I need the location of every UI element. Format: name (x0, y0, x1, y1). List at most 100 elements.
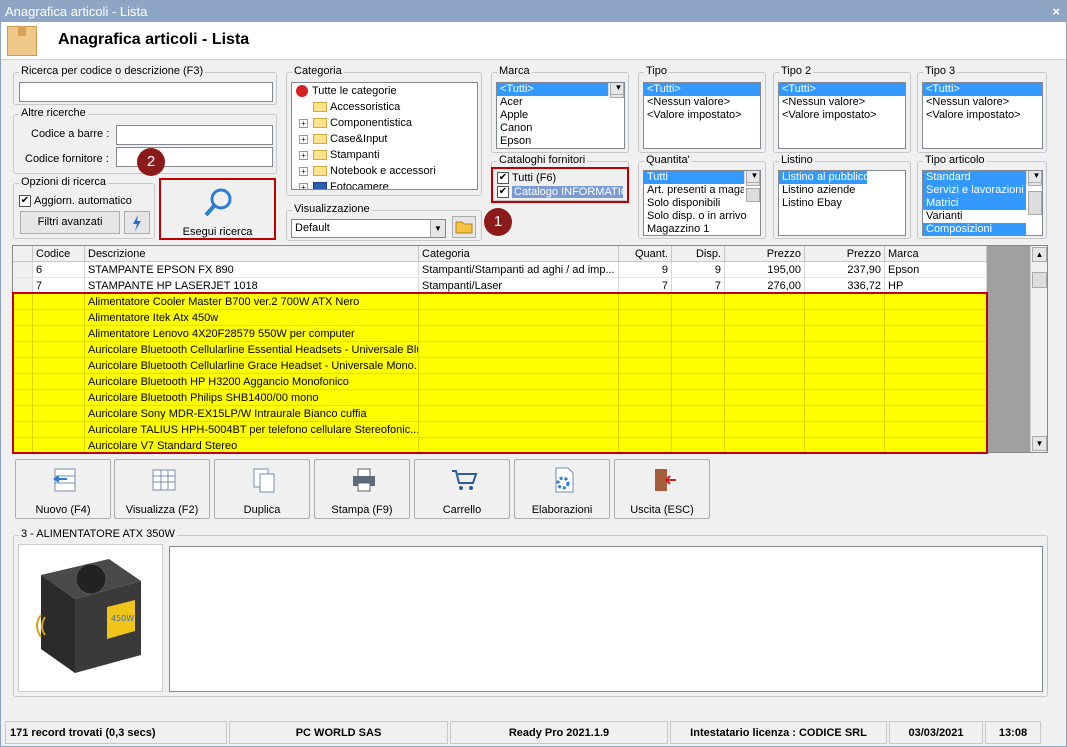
column-header[interactable]: Descrizione (85, 246, 419, 262)
camera-icon (313, 182, 327, 189)
expand-icon[interactable]: + (299, 135, 308, 144)
new-button[interactable]: Nuovo (F4) (15, 459, 111, 519)
list-item[interactable]: Servizi e lavorazioni (923, 184, 1026, 197)
list-item[interactable]: <Tutti> (497, 83, 608, 96)
pricelist-list[interactable]: Listino al pubblico Listino aziende List… (778, 170, 906, 236)
list-item[interactable]: Art. presenti a magazzino (644, 184, 744, 197)
list-item[interactable]: <Valore impostato> (779, 109, 905, 122)
chevron-down-icon[interactable]: ▼ (430, 220, 445, 237)
list-item[interactable]: Standard (923, 171, 1026, 184)
lightning-button[interactable] (124, 211, 150, 234)
list-item[interactable]: <Tutti> (779, 83, 905, 96)
category-item[interactable]: Accessoristica (292, 99, 477, 115)
tipo2-group: Tipo 2 <Tutti> <Nessun valore> <Valore i… (773, 65, 911, 153)
list-item[interactable]: Listino al pubblico (779, 171, 869, 184)
search-input[interactable] (19, 82, 273, 102)
column-header[interactable]: Marca (885, 246, 987, 262)
scroll-up-icon[interactable]: ▲ (1032, 247, 1047, 262)
notes-area[interactable] (169, 546, 1043, 692)
quantity-scrollbar[interactable]: ▲▼ (744, 171, 760, 202)
print-button[interactable]: Stampa (F9) (314, 459, 410, 519)
category-item[interactable]: + Fotocamere (292, 179, 477, 189)
advanced-filters-button[interactable]: Filtri avanzati (20, 211, 120, 234)
category-root[interactable]: Tutte le categorie (292, 83, 477, 99)
auto-update-checkbox[interactable]: ✔ Aggiorn. automatico (19, 194, 132, 209)
search-options-legend: Opzioni di ricerca (19, 176, 108, 188)
scroll-thumb[interactable] (1032, 272, 1047, 288)
category-item[interactable]: + Componentistica (292, 115, 477, 131)
scroll-down-icon[interactable]: ▼ (1028, 171, 1042, 183)
column-header[interactable]: Codice (33, 246, 85, 262)
scroll-thumb[interactable] (746, 188, 760, 202)
list-item[interactable]: Varianti (923, 210, 1042, 223)
catalog-all-checkbox[interactable]: ✔ Tutti (F6) (497, 171, 556, 186)
barcode-field[interactable] (116, 125, 273, 145)
duplicate-button[interactable]: Duplica (214, 459, 310, 519)
close-icon[interactable]: × (1052, 1, 1060, 22)
list-item[interactable]: Listino Ebay (779, 197, 905, 210)
list-item[interactable]: Magazzino 1 (644, 223, 760, 235)
cart-button[interactable]: Carrello (414, 459, 510, 519)
list-item[interactable]: Composizioni (923, 223, 1026, 235)
expand-icon[interactable]: + (299, 151, 308, 160)
table-header-row: Codice Descrizione Categoria Quant. Disp… (13, 246, 987, 262)
grid-scrollbar[interactable]: ▲ ▼ (1030, 246, 1047, 452)
list-item[interactable]: Epson (497, 135, 624, 148)
scroll-thumb[interactable] (1028, 191, 1042, 215)
column-header[interactable]: Disp. (672, 246, 725, 262)
search-icon (204, 188, 232, 217)
list-item[interactable]: Tutti (644, 171, 744, 184)
catalog-informatica-checkbox[interactable]: ✔Catalogo INFORMATICA (497, 185, 623, 200)
column-header[interactable]: Categoria (419, 246, 619, 262)
scroll-down-icon[interactable]: ▼ (610, 83, 624, 95)
table-row[interactable]: 6 STAMPANTE EPSON FX 890 Stampanti/Stamp… (13, 262, 987, 278)
list-item[interactable]: Acer (497, 96, 624, 109)
list-item[interactable]: <Nessun valore> (644, 96, 760, 109)
list-item[interactable]: Canon (497, 122, 624, 135)
category-item[interactable]: + Case&Input (292, 131, 477, 147)
scroll-down-icon[interactable]: ▼ (746, 171, 760, 183)
category-item[interactable]: + Notebook e accessori (292, 163, 477, 179)
pricelist-group: Listino Listino al pubblico Listino azie… (773, 154, 911, 239)
list-item[interactable]: Apple (497, 109, 624, 122)
list-item[interactable]: <Nessun valore> (779, 96, 905, 109)
status-license: Intestatario licenza : CODICE SRL (670, 721, 887, 744)
expand-icon[interactable]: + (299, 167, 308, 176)
category-item[interactable]: + Stampanti (292, 147, 477, 163)
column-header[interactable]: Prezzo (805, 246, 885, 262)
brand-list[interactable]: <Tutti> Acer Apple Canon Epson ▲▼ (496, 82, 625, 149)
list-item[interactable]: <Valore impostato> (644, 109, 760, 122)
list-item[interactable]: Listino aziende (779, 184, 905, 197)
expand-icon[interactable]: + (299, 119, 308, 128)
tipo2-legend: Tipo 2 (779, 65, 814, 77)
list-item[interactable]: <Tutti> (644, 83, 760, 96)
processing-button[interactable]: Elaborazioni (514, 459, 610, 519)
list-item[interactable]: Solo disponibili (644, 197, 760, 210)
expand-icon[interactable]: + (299, 183, 308, 189)
scroll-down-icon[interactable]: ▼ (1032, 436, 1047, 451)
view-button[interactable]: Visualizza (F2) (114, 459, 210, 519)
column-header[interactable]: Prezzo (725, 246, 805, 262)
quantity-list[interactable]: Tutti Art. presenti a magazzino Solo dis… (643, 170, 761, 236)
list-item[interactable]: <Valore impostato> (923, 109, 1042, 122)
category-tree[interactable]: Tutte le categorie Accessoristica + Compo… (291, 82, 478, 190)
article-type-list[interactable]: Standard Servizi e lavorazioni Matrici V… (922, 170, 1043, 236)
brand-scrollbar[interactable]: ▲▼ (608, 83, 624, 98)
exit-button[interactable]: Uscita (ESC) (614, 459, 710, 519)
execute-search-button[interactable]: Esegui ricerca (159, 178, 276, 240)
open-folder-button[interactable] (452, 216, 476, 238)
printer-icon (353, 468, 375, 492)
view-select[interactable]: Default ▼ (291, 219, 446, 238)
duplicate-icon (253, 468, 275, 493)
list-item[interactable]: Solo disp. o in arrivo (644, 210, 760, 223)
brand-group: Marca <Tutti> Acer Apple Canon Epson ▲▼ (491, 65, 629, 153)
list-item[interactable]: <Tutti> (923, 83, 1042, 96)
tipo3-list[interactable]: <Tutti> <Nessun valore> <Valore impostat… (922, 82, 1043, 149)
tipo2-list[interactable]: <Tutti> <Nessun valore> <Valore impostat… (778, 82, 906, 149)
tipo-list[interactable]: <Tutti> <Nessun valore> <Valore impostat… (643, 82, 761, 149)
list-item[interactable]: <Nessun valore> (923, 96, 1042, 109)
supplier-code-label: Codice fornitore : (25, 153, 109, 165)
article-type-scrollbar[interactable]: ▲▼ (1026, 171, 1042, 215)
column-header[interactable]: Quant. (619, 246, 672, 262)
list-item[interactable]: Matrici (923, 197, 1026, 210)
